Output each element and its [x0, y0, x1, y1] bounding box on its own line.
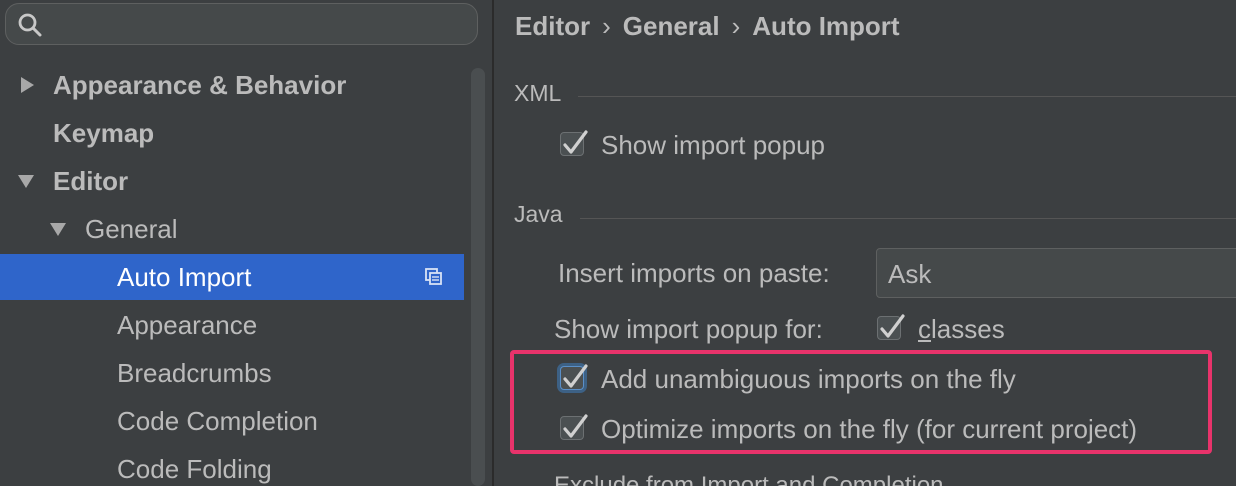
- label-rest: lasses: [931, 314, 1005, 344]
- sidebar-item-label: Appearance: [117, 310, 258, 340]
- sidebar-item-editor[interactable]: Editor: [0, 158, 464, 204]
- sidebar-item-appearance[interactable]: Appearance: [0, 302, 464, 348]
- copy-settings-icon: [425, 268, 442, 285]
- show-import-popup-checkbox[interactable]: Show import popup: [560, 127, 960, 163]
- sidebar-item-label: Code Completion: [117, 406, 318, 436]
- sidebar-item-label: Auto Import: [117, 262, 252, 292]
- checkbox-label: Add unambiguous imports on the fly: [601, 364, 1016, 394]
- settings-window: Appearance & Behavior Keymap Editor Gene…: [0, 0, 1236, 486]
- sidebar-item-appearance-behavior[interactable]: Appearance & Behavior: [0, 62, 464, 108]
- section-title-xml: XML: [514, 80, 562, 106]
- section-title-exclude: Exclude from Import and Completion: [554, 472, 944, 486]
- breadcrumb-separator: ›: [602, 11, 611, 41]
- sidebar-item-label: General: [85, 214, 178, 244]
- mnemonic-letter: c: [918, 314, 931, 344]
- classes-checkbox[interactable]: classes: [877, 311, 1057, 347]
- search-icon: [18, 13, 42, 37]
- search-box[interactable]: [5, 3, 478, 45]
- checkbox-label: Show import popup: [601, 130, 826, 160]
- expanded-arrow-icon[interactable]: [48, 206, 70, 252]
- section-divider: [578, 96, 1236, 97]
- insert-imports-dropdown[interactable]: Ask: [876, 248, 1236, 298]
- sidebar-item-label: Appearance & Behavior: [53, 70, 347, 100]
- checkbox-checked-icon[interactable]: [560, 414, 588, 440]
- breadcrumb-separator: ›: [731, 11, 741, 41]
- optimize-imports-checkbox[interactable]: Optimize imports on the fly (for current…: [560, 411, 1210, 447]
- sidebar-item-label: Keymap: [53, 118, 155, 148]
- add-unambiguous-imports-checkbox[interactable]: Add unambiguous imports on the fly: [560, 361, 1160, 397]
- sidebar-item-breadcrumbs[interactable]: Breadcrumbs: [0, 350, 464, 396]
- checkbox-label: Optimize imports on the fly (for current…: [601, 414, 1138, 444]
- settings-content: Editor › General › Auto Import XML Show impo…: [494, 0, 1236, 486]
- breadcrumb-item: Editor: [515, 11, 591, 41]
- show-popup-for-label: Show import popup for:: [554, 314, 823, 344]
- sidebar-item-label: Breadcrumbs: [117, 358, 272, 388]
- collapsed-arrow-icon[interactable]: [18, 62, 40, 108]
- checkbox-checked-icon[interactable]: [560, 364, 588, 390]
- search-input[interactable]: [50, 10, 470, 38]
- sidebar-scrollbar-thumb[interactable]: [471, 68, 485, 486]
- breadcrumb-item: General: [622, 11, 720, 41]
- checkbox-checked-icon[interactable]: [560, 130, 588, 156]
- checkbox-checked-icon[interactable]: [877, 314, 905, 340]
- sidebar-item-label: Code Folding: [117, 454, 272, 484]
- breadcrumb-item: Auto Import: [752, 11, 900, 41]
- settings-sidebar: Appearance & Behavior Keymap Editor Gene…: [0, 0, 492, 486]
- sidebar-item-auto-import[interactable]: Auto Import: [0, 254, 464, 300]
- insert-imports-label: Insert imports on paste:: [558, 258, 830, 288]
- dropdown-selected-value: Ask: [888, 259, 932, 289]
- expanded-arrow-icon[interactable]: [16, 158, 38, 204]
- breadcrumb: Editor › General › Auto Import: [515, 8, 900, 44]
- sidebar-item-keymap[interactable]: Keymap: [0, 110, 464, 156]
- sidebar-item-general[interactable]: General: [0, 206, 464, 252]
- sidebar-item-code-folding[interactable]: Code Folding: [0, 446, 464, 486]
- checkbox-label: classes: [918, 311, 1005, 347]
- sidebar-item-label: Editor: [53, 166, 129, 196]
- section-title-java: Java: [514, 201, 563, 227]
- section-divider: [580, 218, 1236, 219]
- sidebar-item-code-completion[interactable]: Code Completion: [0, 398, 464, 444]
